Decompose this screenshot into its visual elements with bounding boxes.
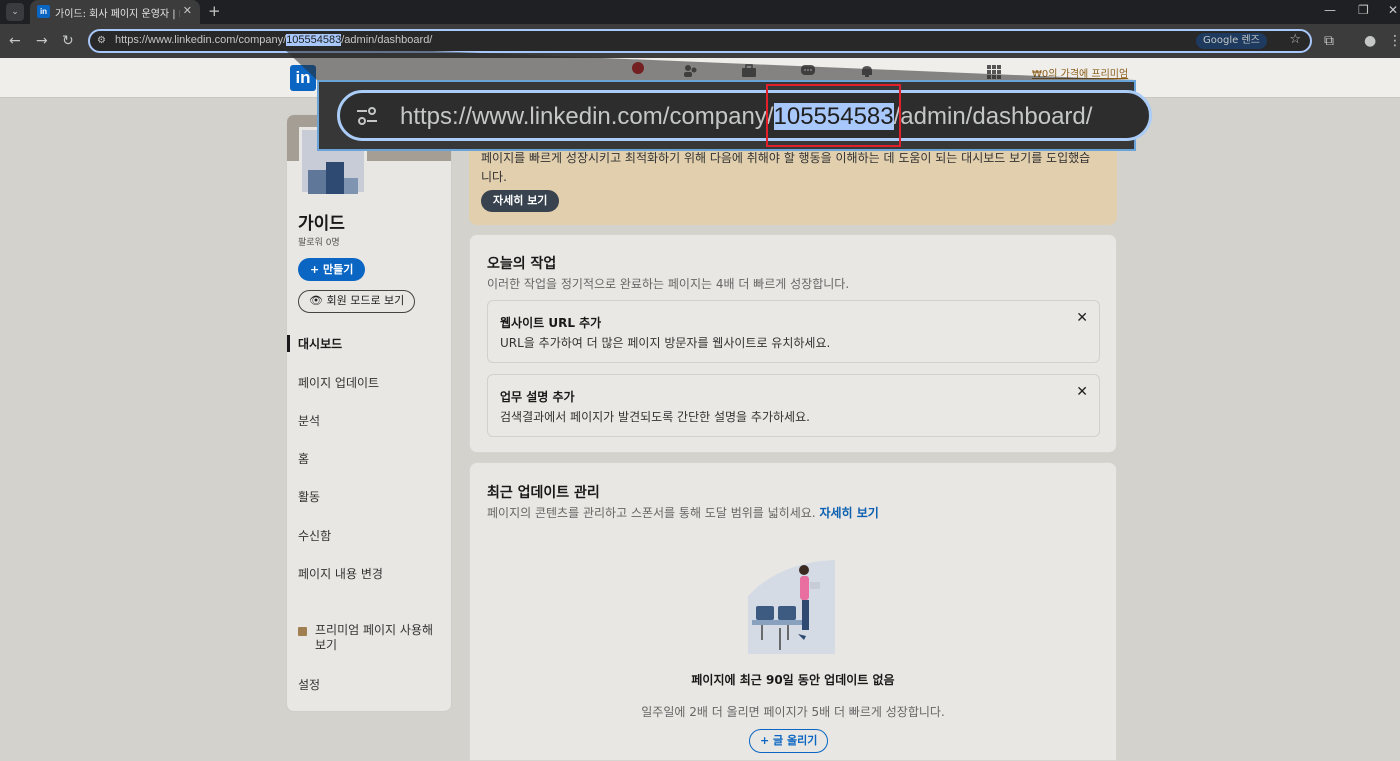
tune-icon [357,107,377,125]
zoomed-url-prefix: https://www.linkedin.com/company/ [400,103,774,130]
zoomed-address-callout: https://www.linkedin.com/company/1055545… [317,80,1152,151]
company-id-highlight-box [766,84,901,147]
zoomed-url-text: https://www.linkedin.com/company/1055545… [400,103,1092,131]
zoomed-address-bar: https://www.linkedin.com/company/1055545… [337,90,1152,141]
zoomed-url-suffix: /admin/dashboard/ [893,103,1093,130]
